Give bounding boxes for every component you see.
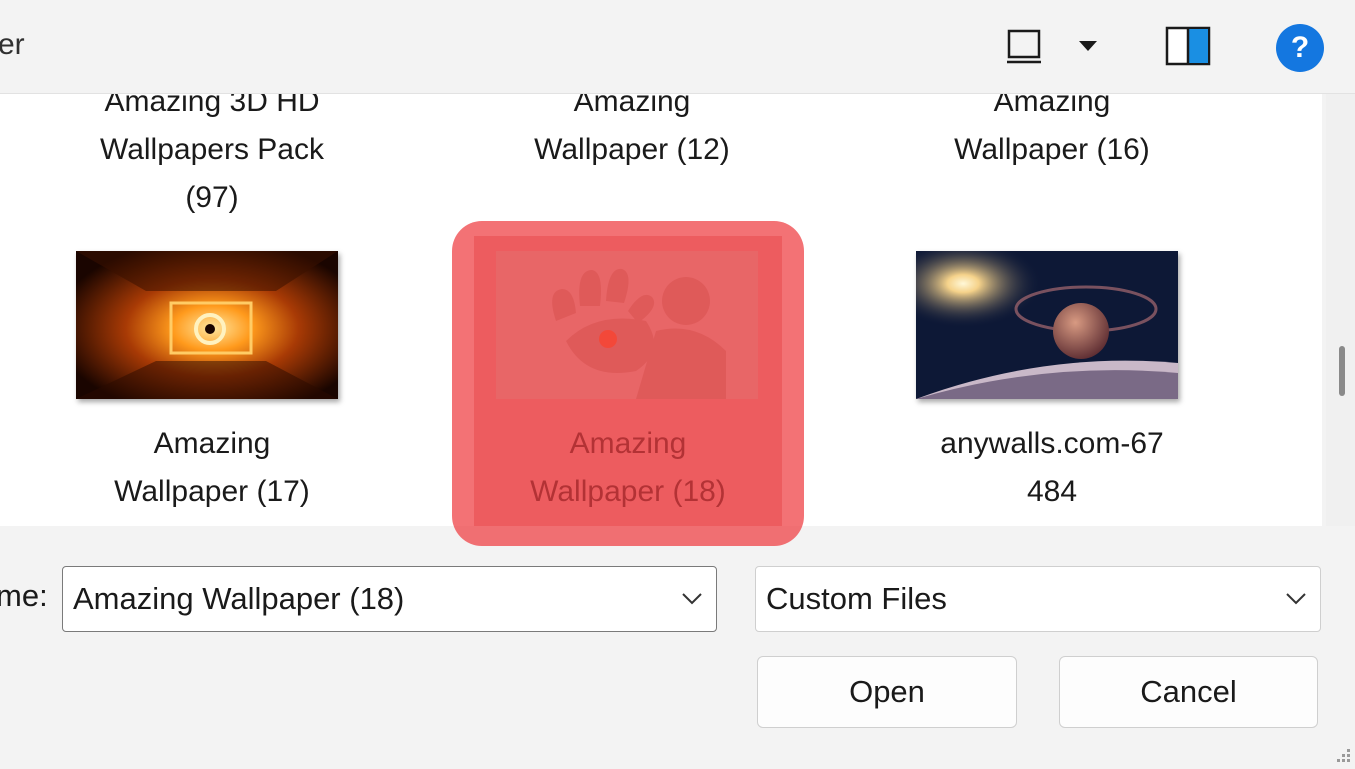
resize-grip-icon[interactable] [1334, 746, 1352, 764]
file-name-input[interactable]: Amazing Wallpaper (18) [63, 581, 668, 617]
file-name-line: Wallpaper (12) [534, 133, 730, 166]
dropdown-arrow-icon[interactable] [1072, 30, 1104, 62]
light-tunnel-image[interactable] [76, 251, 338, 399]
help-icon: ? [1276, 24, 1324, 72]
hand-silhouette-image[interactable] [496, 251, 758, 399]
file-name-line: Amazing [573, 94, 691, 118]
cancel-button[interactable]: Cancel [1059, 656, 1318, 728]
file-name-line: Wallpaper (17) [114, 475, 310, 508]
chevron-down-icon[interactable] [1272, 592, 1320, 606]
toolbar: er ? [0, 0, 1355, 94]
scrollbar-thumb[interactable] [1339, 346, 1345, 396]
file-name-line: Amazing [569, 427, 687, 460]
file-name-line: Wallpapers Pack [100, 133, 324, 166]
file-name-label: me: [0, 578, 48, 613]
file-item-amazing-wallpaper-17[interactable]: Amazing Wallpaper (17) [62, 420, 362, 516]
file-name-line: anywalls.com-67 [940, 427, 1164, 460]
file-name-line: Wallpaper (16) [954, 133, 1150, 166]
file-item-amazing-wallpaper-18[interactable]: Amazing Wallpaper (18) [478, 420, 778, 516]
file-type-select[interactable]: Custom Files [755, 566, 1321, 632]
view-icon[interactable] [1002, 26, 1046, 66]
file-name-combobox[interactable]: Amazing Wallpaper (18) [62, 566, 717, 632]
open-button[interactable]: Open [757, 656, 1017, 728]
file-item-amazing-wallpaper-16[interactable]: Amazing Wallpaper (16) [902, 94, 1202, 174]
preview-pane-icon[interactable] [1162, 24, 1214, 68]
address-bar-fragment[interactable]: er [0, 28, 25, 62]
chevron-down-icon[interactable] [668, 592, 716, 606]
file-type-value: Custom Files [766, 581, 947, 616]
help-button[interactable]: ? [1274, 22, 1326, 74]
file-name-line: Amazing 3D HD [104, 94, 320, 118]
file-item-amazing-3d-hd-wallpapers-pack-97[interactable]: Amazing 3D HD Wallpapers Pack (97) [62, 94, 362, 222]
file-name-line: Amazing [993, 94, 1111, 118]
file-item-anywalls-com-67484[interactable]: anywalls.com-67 484 [902, 420, 1202, 516]
file-item-amazing-wallpaper-12[interactable]: Amazing Wallpaper (12) [482, 94, 782, 174]
help-glyph: ? [1290, 31, 1310, 64]
vertical-scrollbar[interactable] [1326, 94, 1355, 526]
open-button-label: Open [849, 674, 925, 709]
file-name-line: Amazing [153, 427, 271, 460]
file-name-line: Wallpaper (18) [530, 475, 726, 508]
planet-space-image[interactable] [916, 251, 1178, 399]
cancel-button-label: Cancel [1140, 674, 1237, 709]
file-name-line: 484 [1026, 475, 1078, 508]
file-name-line: (97) [185, 181, 239, 214]
